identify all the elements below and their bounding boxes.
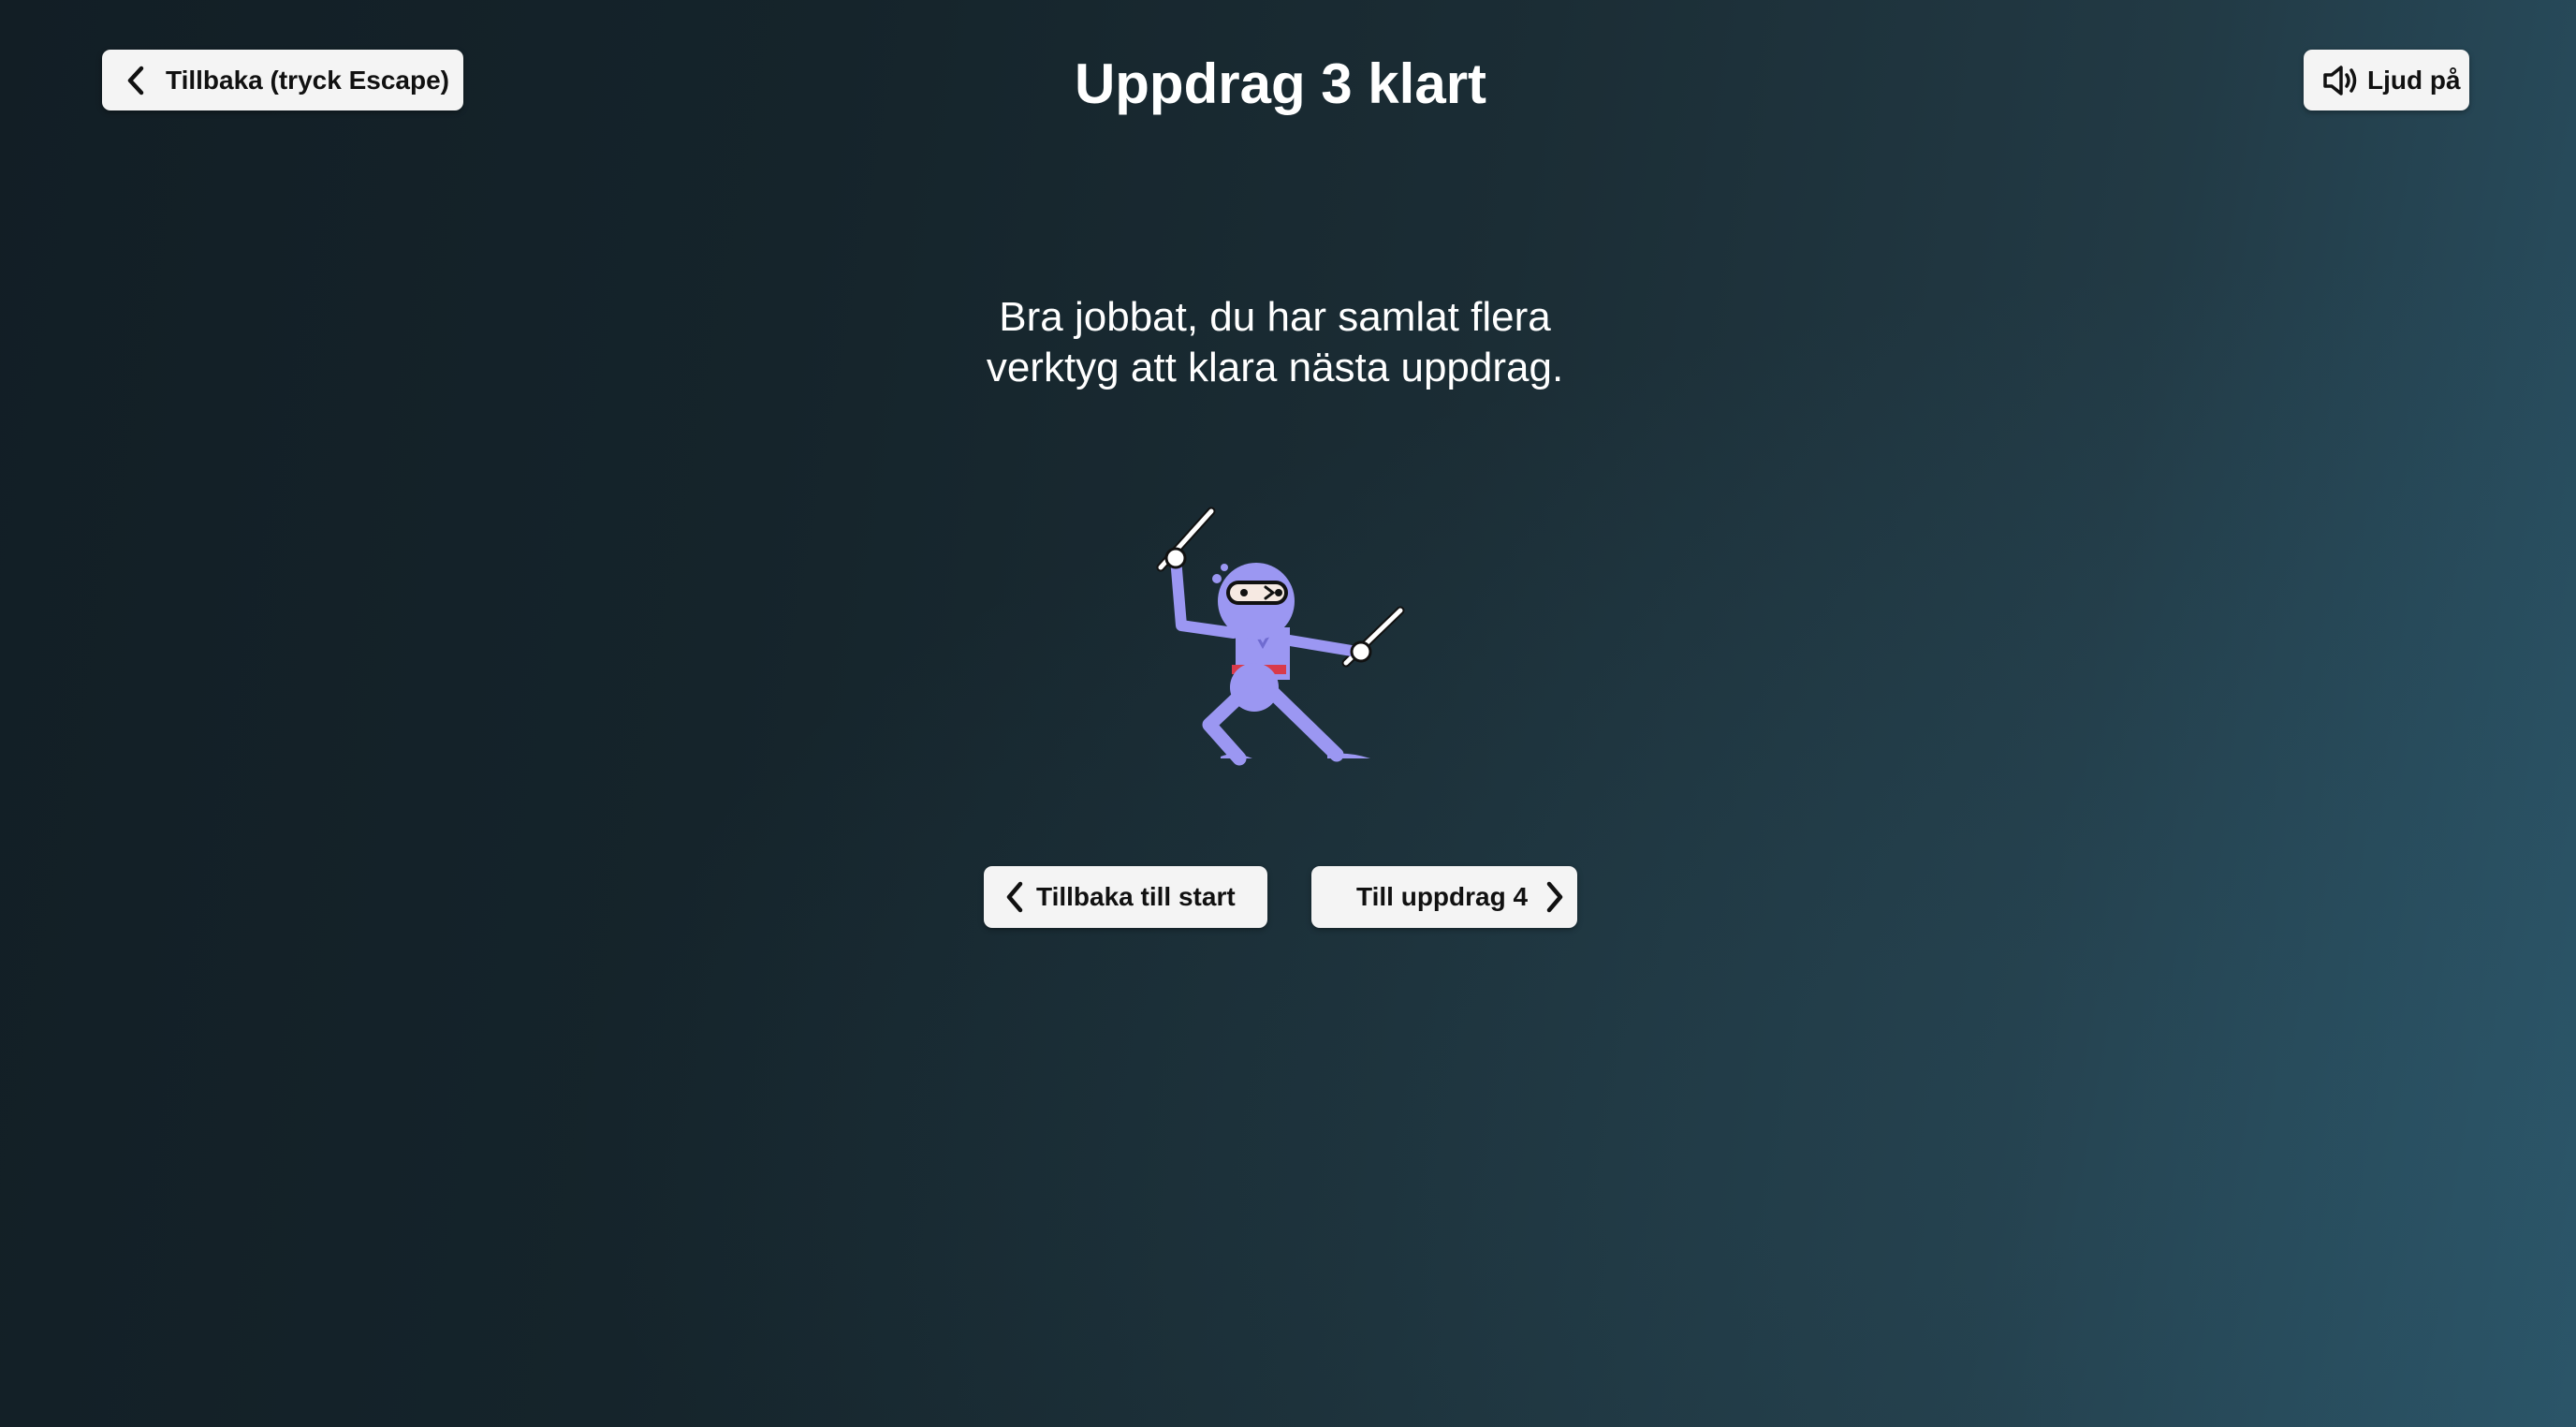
page-title: Uppdrag 3 klart (1074, 52, 1487, 115)
sound-toggle-button[interactable]: Ljud på (2304, 50, 2469, 110)
sound-button-label: Ljud på (2367, 65, 2461, 95)
success-message: Bra jobbat, du har samlat flera verktyg … (0, 292, 2550, 393)
message-line-1: Bra jobbat, du har samlat flera (999, 294, 1551, 340)
back-to-start-label: Tillbaka till start (1036, 882, 1236, 911)
back-to-start-button[interactable]: Tillbaka till start (984, 866, 1267, 928)
ninja-illustration (1149, 504, 1412, 766)
message-line-2: verktyg att klara nästa uppdrag. (986, 345, 1564, 390)
speaker-icon (2322, 64, 2360, 97)
next-mission-button[interactable]: Till uppdrag 4 (1311, 866, 1577, 928)
next-mission-label: Till uppdrag 4 (1356, 882, 1529, 911)
chevron-left-icon (1004, 881, 1025, 913)
chevron-right-icon (1544, 881, 1565, 913)
